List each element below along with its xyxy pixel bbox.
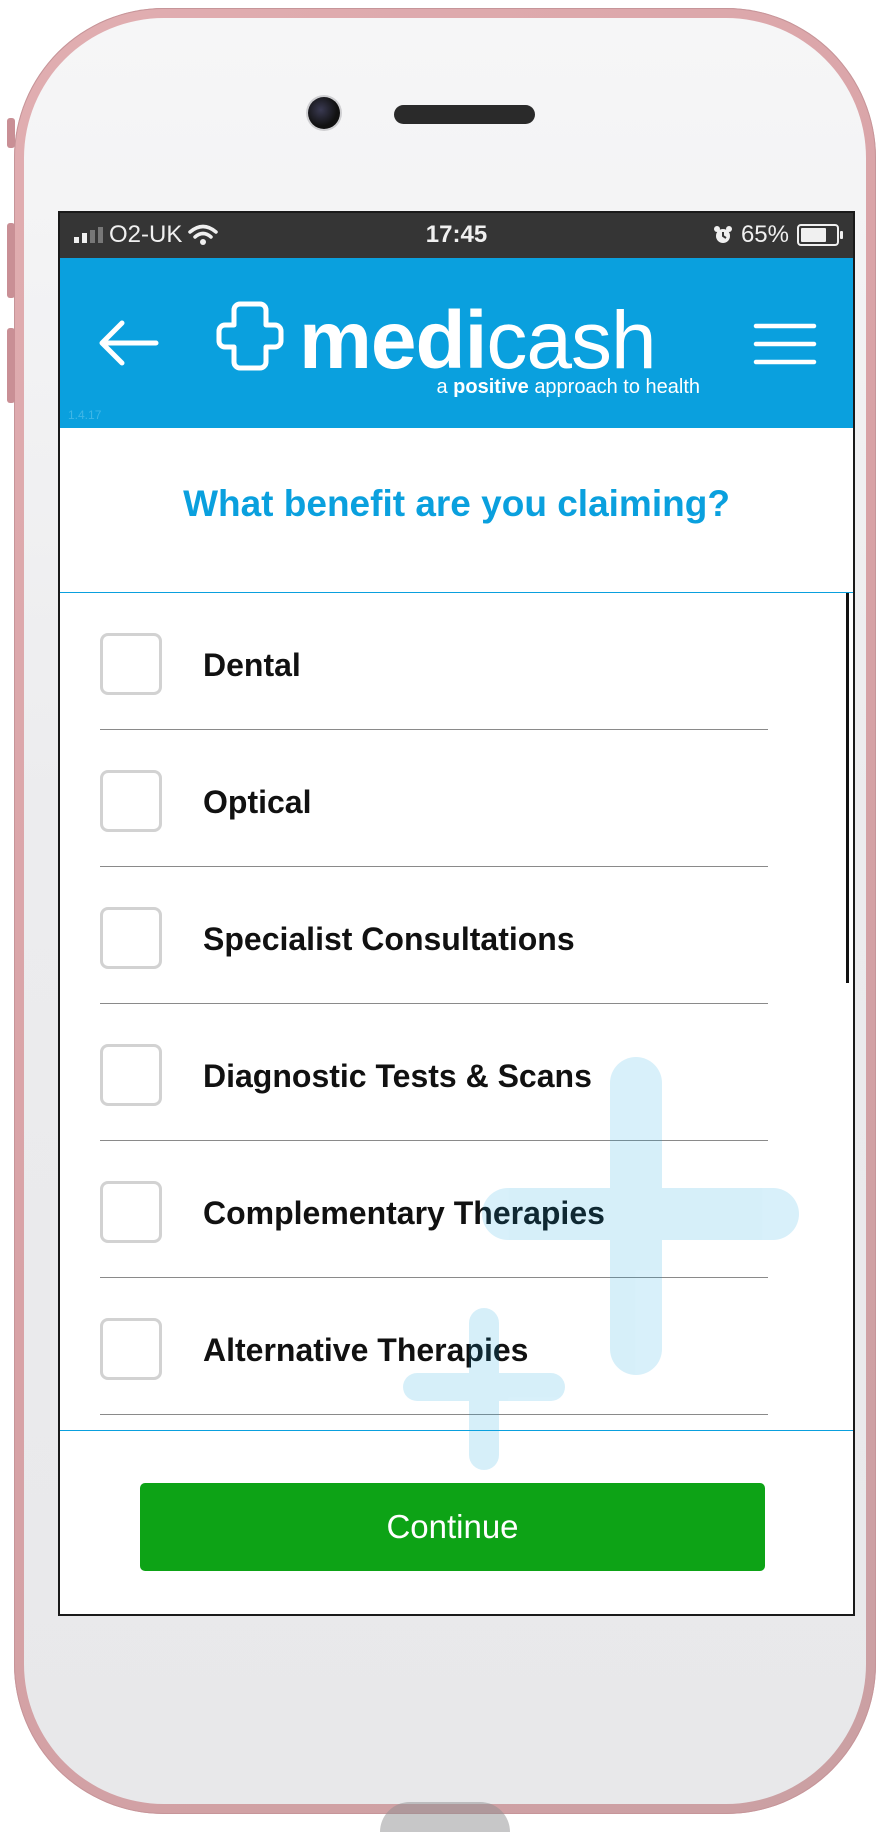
- app-version: 1.4.17: [68, 408, 102, 422]
- benefit-label: Complementary Therapies: [203, 1195, 605, 1231]
- app-header: medicash a positive approach to health 1…: [60, 258, 853, 428]
- camera-icon: [308, 97, 340, 129]
- benefit-label: Specialist Consultations: [203, 921, 575, 957]
- menu-button[interactable]: [753, 320, 817, 368]
- benefit-option-specialist-consultations[interactable]: Specialist Consultations: [100, 867, 768, 1004]
- logo-word-bold: medi: [299, 295, 487, 386]
- page-title: What benefit are you claiming?: [183, 483, 730, 524]
- alarm-icon: [713, 226, 732, 243]
- battery-percent: 65%: [740, 221, 789, 248]
- medicash-cross-logo-icon: [216, 301, 284, 371]
- app-screen: O2-UK 17:45 65% medicash a positive appr…: [58, 211, 855, 1616]
- checkbox[interactable]: [100, 770, 162, 832]
- benefit-label: Dental: [203, 647, 301, 683]
- continue-button[interactable]: Continue: [140, 1483, 765, 1571]
- benefit-option-alternative-therapies[interactable]: Alternative Therapies: [100, 1278, 768, 1415]
- back-button[interactable]: [96, 318, 160, 368]
- benefit-label: Alternative Therapies: [203, 1332, 529, 1368]
- checkbox[interactable]: [100, 1044, 162, 1106]
- volume-up-button: [7, 223, 15, 298]
- earpiece-speaker: [394, 105, 535, 124]
- logo-wordmark: medicash: [299, 294, 657, 388]
- scrollbar[interactable]: [846, 593, 849, 983]
- benefit-label: Optical: [203, 784, 312, 820]
- mute-switch: [7, 118, 15, 148]
- tagline-bold: positive: [453, 376, 529, 398]
- status-right-group: 65%: [713, 221, 843, 249]
- divider: [100, 1414, 768, 1415]
- benefit-option-complementary-therapies[interactable]: Complementary Therapies: [100, 1141, 768, 1278]
- checkbox[interactable]: [100, 1318, 162, 1380]
- checkbox[interactable]: [100, 907, 162, 969]
- benefit-option-diagnostic-tests[interactable]: Diagnostic Tests & Scans: [100, 1004, 768, 1141]
- logo-tagline: a positive approach to health: [436, 376, 700, 399]
- medicash-logo: medicash a positive approach to health: [215, 295, 700, 400]
- checkbox[interactable]: [100, 1181, 162, 1243]
- home-button: [380, 1802, 510, 1832]
- volume-down-button: [7, 328, 15, 403]
- arrow-left-icon: [99, 320, 159, 366]
- benefit-option-dental[interactable]: Dental: [100, 593, 768, 730]
- benefit-label: Diagnostic Tests & Scans: [203, 1058, 592, 1094]
- logo-word-light: cash: [486, 295, 656, 386]
- status-bar: O2-UK 17:45 65%: [60, 213, 853, 258]
- benefit-option-optical[interactable]: Optical: [100, 730, 768, 867]
- hamburger-menu-icon: [753, 323, 817, 365]
- tagline-prefix: a: [436, 376, 448, 398]
- divider: [60, 1430, 853, 1431]
- tagline-suffix: approach to health: [534, 376, 700, 398]
- battery-icon: [797, 224, 843, 246]
- checkbox[interactable]: [100, 633, 162, 695]
- benefit-list[interactable]: Dental Optical Specialist Consultations …: [60, 593, 853, 1431]
